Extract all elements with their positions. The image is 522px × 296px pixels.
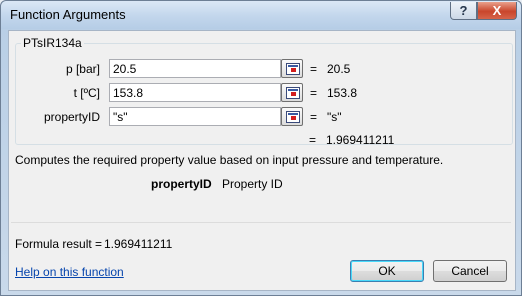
arg-label-temperature: t [ºC] bbox=[73, 86, 100, 100]
temperature-input[interactable] bbox=[109, 83, 281, 102]
dialog-title: Function Arguments bbox=[10, 7, 126, 22]
function-description: Computes the required property value bas… bbox=[15, 153, 444, 167]
function-arguments-dialog: Function Arguments ? X PTsIR134a p [bar]… bbox=[0, 0, 522, 296]
pressure-collapse-button[interactable] bbox=[281, 59, 303, 78]
close-icon[interactable]: X bbox=[477, 2, 517, 20]
property-id-input[interactable] bbox=[109, 107, 281, 126]
collapse-dialog-icon bbox=[286, 63, 300, 75]
equals-sign: = bbox=[310, 110, 318, 124]
function-name-label: PTsIR134a bbox=[21, 36, 84, 50]
parameter-description: Property ID bbox=[222, 177, 283, 191]
pressure-value: 20.5 bbox=[327, 62, 351, 76]
pressure-input[interactable] bbox=[109, 59, 281, 78]
equals-sign: = bbox=[310, 62, 318, 76]
parameter-name: propertyID bbox=[151, 177, 212, 191]
property-id-collapse-button[interactable] bbox=[281, 107, 303, 126]
equals-sign: = bbox=[310, 86, 318, 100]
dialog-body: PTsIR134a p [bar] = 20.5 t [ºC] = 153.8 … bbox=[8, 30, 516, 291]
collapse-dialog-icon bbox=[286, 111, 300, 123]
temperature-collapse-button[interactable] bbox=[281, 83, 303, 102]
collapse-dialog-icon bbox=[286, 87, 300, 99]
property-id-value: "s" bbox=[327, 110, 342, 124]
formula-result-value: 1.969411211 bbox=[104, 237, 173, 251]
help-icon[interactable]: ? bbox=[450, 2, 477, 20]
arguments-group: PTsIR134a p [bar] = 20.5 t [ºC] = 153.8 … bbox=[15, 36, 513, 145]
equals-sign: = bbox=[309, 133, 317, 147]
help-on-function-link[interactable]: Help on this function bbox=[15, 265, 124, 279]
ok-button[interactable]: OK bbox=[350, 260, 424, 282]
divider bbox=[11, 222, 511, 223]
arg-label-property-id: propertyID bbox=[43, 110, 100, 124]
function-result-value: 1.969411211 bbox=[326, 133, 395, 147]
temperature-value: 153.8 bbox=[327, 86, 358, 100]
formula-result-label: Formula result = bbox=[15, 237, 103, 251]
title-bar: Function Arguments ? X bbox=[1, 1, 521, 29]
arg-label-pressure: p [bar] bbox=[65, 62, 100, 76]
cancel-button[interactable]: Cancel bbox=[433, 260, 507, 282]
